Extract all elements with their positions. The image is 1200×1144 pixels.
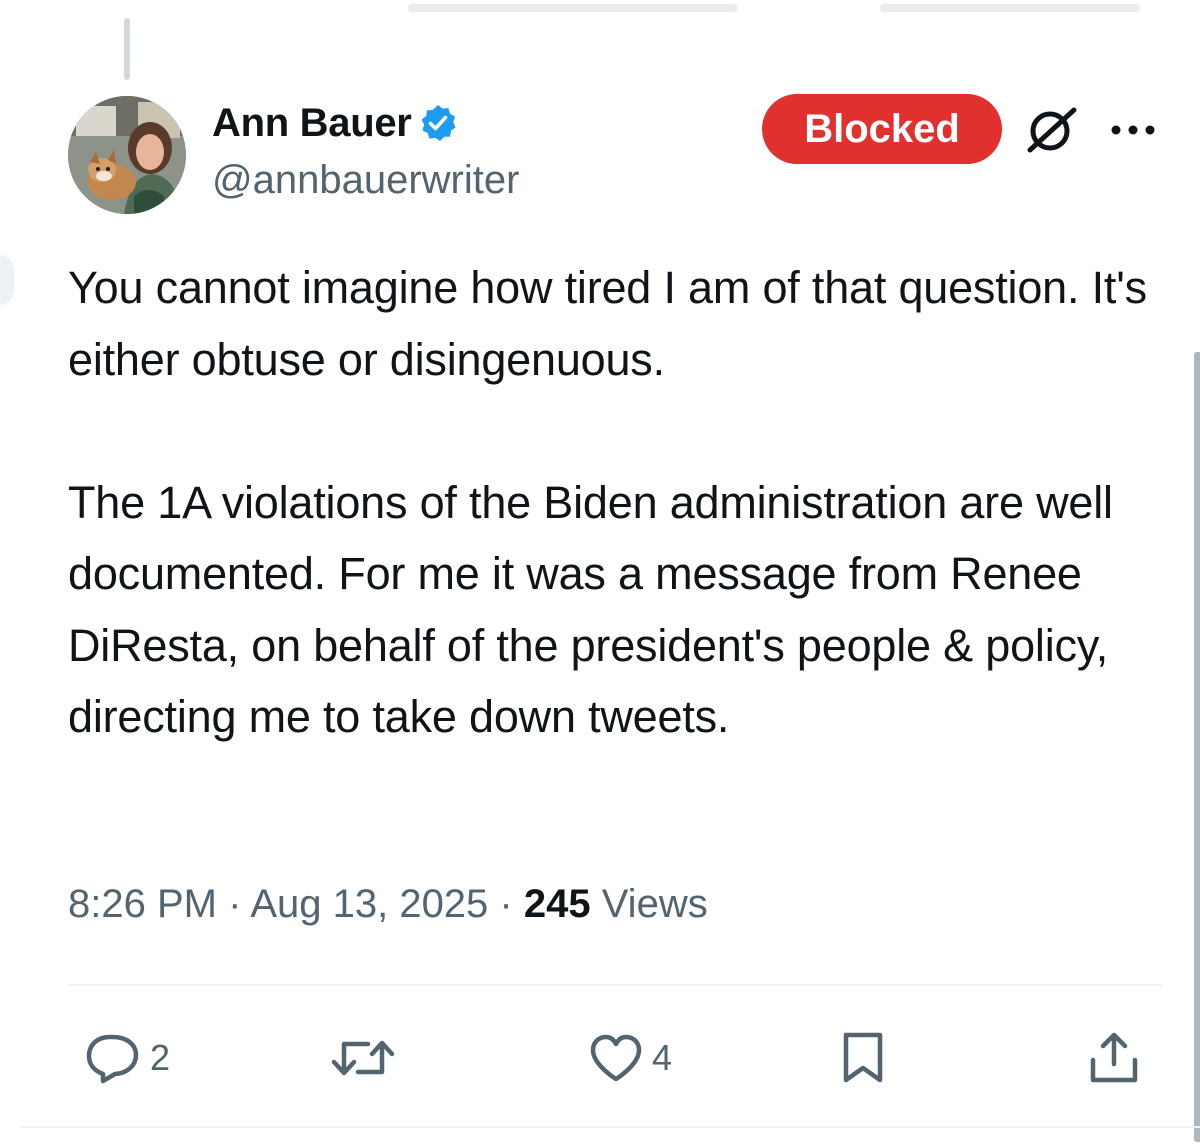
views-label: Views (590, 882, 708, 926)
reply-icon (86, 1034, 139, 1084)
like-count: 4 (652, 1037, 673, 1078)
author-handle[interactable]: @annbauerwriter (212, 158, 519, 203)
bottom-divider (20, 1126, 1200, 1128)
tweet-date[interactable]: Aug 13, 2025 (250, 882, 488, 926)
author-name-row[interactable]: Ann Bauer (212, 98, 458, 148)
divider (68, 984, 1162, 986)
scrolled-content-fragment (400, 0, 1160, 20)
meta-separator: · (216, 882, 251, 926)
display-name[interactable]: Ann Bauer (212, 101, 412, 146)
avatar[interactable] (68, 96, 186, 214)
grok-icon[interactable] (1022, 104, 1084, 158)
more-options-icon[interactable] (1108, 120, 1158, 140)
left-edge-fragment (0, 255, 14, 305)
reply-count: 2 (150, 1037, 171, 1078)
tweet-time[interactable]: 8:26 PM (68, 882, 217, 926)
share-icon (1090, 1032, 1138, 1083)
meta-separator: · (488, 882, 524, 926)
tweet-paragraph-2: The 1A violations of the Biden administr… (68, 476, 1113, 743)
bookmark-icon (843, 1032, 883, 1083)
like-icon (590, 1034, 642, 1082)
blocked-button[interactable]: Blocked (762, 94, 1002, 164)
share-button[interactable] (1086, 1030, 1142, 1086)
scrollbar[interactable] (1194, 352, 1200, 1142)
tweet-text: You cannot imagine how tired I am of tha… (68, 252, 1158, 753)
tweet-meta: 8:26 PM · Aug 13, 2025 · 245 Views (68, 872, 708, 936)
views-count[interactable]: 245 (524, 882, 591, 926)
reply-button[interactable]: 2 (84, 1030, 170, 1086)
retweet-button[interactable] (328, 1030, 406, 1086)
verified-badge-icon (421, 105, 456, 141)
like-button[interactable]: 4 (588, 1030, 672, 1086)
retweet-icon (331, 1040, 395, 1076)
tweet-paragraph-1: You cannot imagine how tired I am of tha… (68, 262, 1147, 385)
bookmark-button[interactable] (838, 1030, 888, 1086)
thread-connector-line (124, 18, 130, 80)
